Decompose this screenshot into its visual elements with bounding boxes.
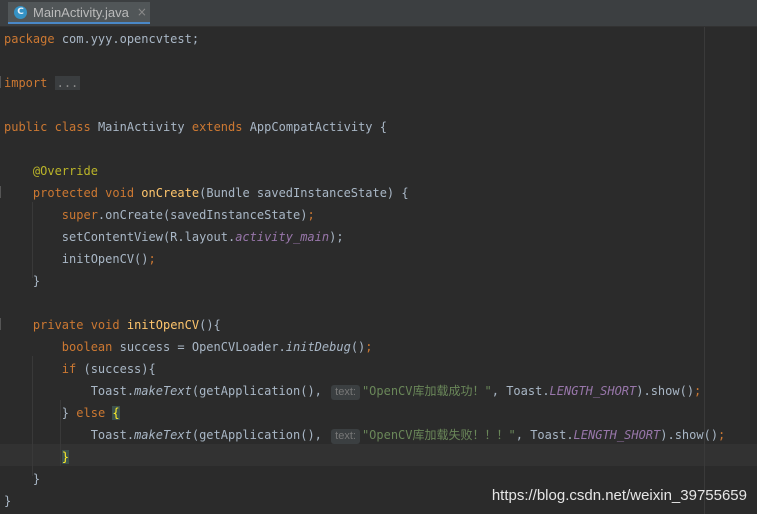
code-line-10: setContentView(R.layout.activity_main); (61, 230, 344, 244)
code-line-16: if (success){ (61, 362, 156, 376)
tab-mainactivity[interactable]: C MainActivity.java × (8, 2, 150, 24)
code-line-9: super.onCreate(savedInstanceState); (61, 208, 315, 222)
code-line-12: } (32, 274, 41, 288)
fold-marker[interactable] (0, 186, 1, 198)
editor-tab-bar: C MainActivity.java × (0, 0, 757, 27)
code-line-19: Toast.makeText(getApplication(), text: "O… (90, 428, 726, 444)
code-line-1: package com.yyy.opencvtest; (4, 32, 200, 46)
fold-marker[interactable] (0, 318, 1, 330)
parameter-hint: text: (331, 385, 360, 400)
code-line-11: initOpenCV(); (61, 252, 156, 266)
code-line-8: protected void onCreate(Bundle savedInst… (32, 186, 409, 200)
code-line-18: } else { (61, 406, 120, 420)
tab-label: MainActivity.java (33, 4, 129, 20)
code-line-3: import ... (4, 76, 81, 90)
code-line-21: } (32, 472, 41, 486)
code-line-17: Toast.makeText(getApplication(), text: "O… (90, 384, 702, 400)
close-icon[interactable]: × (137, 5, 147, 19)
code-line-20: } (4, 446, 70, 468)
current-line-highlight (0, 444, 757, 466)
code-line-22: } (4, 494, 12, 508)
code-line-14: private void initOpenCV(){ (32, 318, 221, 332)
code-line-7: @Override (32, 164, 98, 178)
parameter-hint: text: (331, 429, 360, 444)
code-line-5: public class MainActivity extends AppCom… (4, 120, 387, 134)
code-line-15: boolean success = OpenCVLoader.initDebug… (61, 340, 373, 354)
fold-marker[interactable] (0, 76, 1, 88)
watermark: https://blog.csdn.net/weixin_39755659 (491, 487, 747, 504)
folded-imports[interactable]: ... (54, 76, 81, 90)
matched-brace: { (112, 406, 120, 420)
matched-brace: } (61, 450, 70, 464)
java-class-icon: C (14, 5, 27, 19)
code-editor[interactable]: package com.yyy.opencvtest; import ... p… (0, 27, 757, 514)
